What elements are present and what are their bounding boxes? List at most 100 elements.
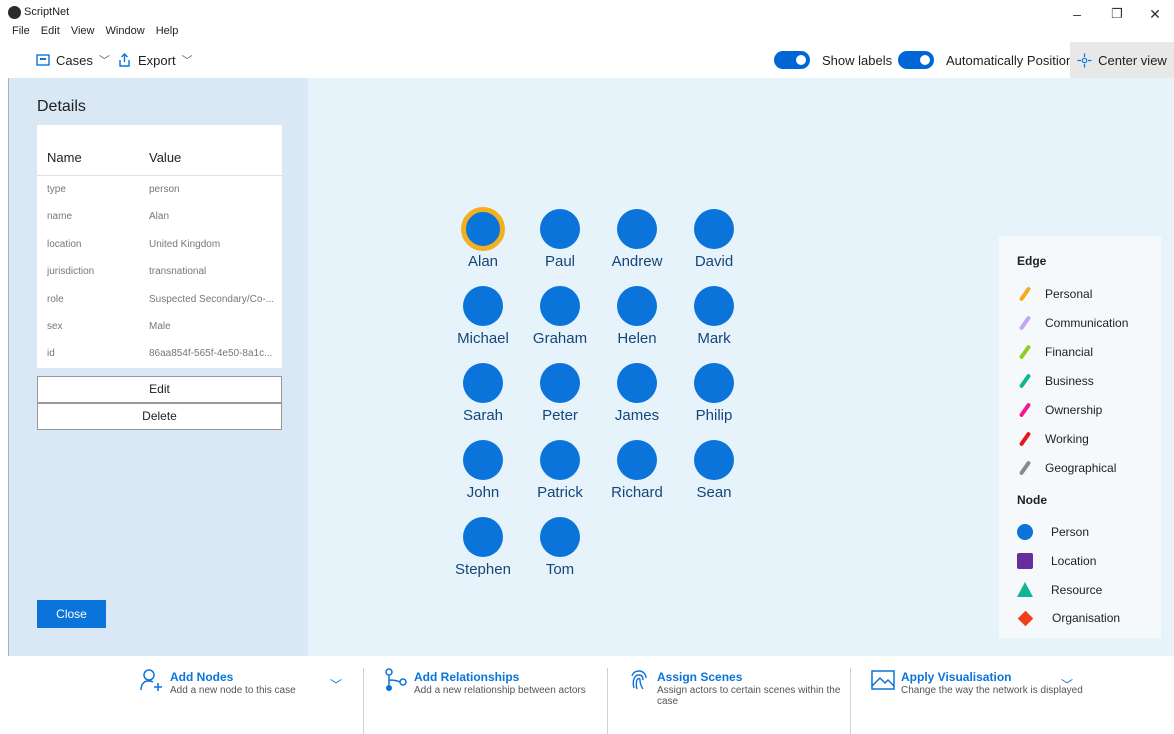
row-name: location <box>47 238 82 250</box>
row-value: Suspected Secondary/Co-... <box>149 293 275 305</box>
legend-node-item: Resource <box>1017 582 1102 597</box>
export-label: Export <box>138 52 176 68</box>
graph-node[interactable] <box>540 286 580 326</box>
menu-file[interactable]: File <box>12 25 30 37</box>
row-name: role <box>47 293 64 305</box>
chevron-down-icon: ﹀ <box>98 55 110 67</box>
graph-node-label: David <box>694 253 734 270</box>
row-value: Alan <box>149 211 170 223</box>
graph-node[interactable] <box>617 209 657 249</box>
graph-node[interactable] <box>463 517 503 557</box>
graph-node[interactable] <box>461 207 505 251</box>
center-view-icon <box>1077 53 1092 67</box>
graph-node[interactable] <box>617 363 657 403</box>
graph-node[interactable] <box>463 286 503 326</box>
row-name: sex <box>47 320 63 332</box>
toolbar: Cases ﹀ Export ﹀ Show labels Automatical… <box>0 42 1174 78</box>
center-view-button[interactable]: Center view <box>1070 42 1174 78</box>
command-title: Assign Scenes <box>657 670 743 684</box>
graph-node[interactable] <box>540 440 580 480</box>
graph-node[interactable] <box>540 363 580 403</box>
legend-edge-item: Ownership <box>1017 402 1102 418</box>
column-header-name: Name <box>47 150 82 165</box>
chevron-down-icon: ﹀ <box>181 55 193 67</box>
table-row: id 86aa854f-565f-4e50-8a1c... <box>37 340 282 367</box>
chevron-down-icon[interactable]: ﹀ <box>330 676 342 693</box>
graph-node[interactable] <box>694 209 734 249</box>
details-table: Name Value type person name Alan location U… <box>37 125 282 368</box>
chevron-down-icon[interactable]: ﹀ <box>1061 676 1073 693</box>
legend-edge-label: Geographical <box>1045 461 1117 475</box>
edit-button[interactable]: Edit <box>37 376 282 403</box>
graph-node[interactable] <box>540 517 580 557</box>
legend-node-label: Resource <box>1051 582 1103 597</box>
export-button[interactable]: Export ﹀ <box>118 52 193 68</box>
command-divider <box>850 668 851 734</box>
legend-edge-item: Working <box>1017 431 1089 447</box>
legend-node-title: Node <box>1017 493 1047 507</box>
circle-icon <box>1017 524 1033 540</box>
legend-node-item: Location <box>1017 553 1096 569</box>
cases-button[interactable]: Cases ﹀ <box>36 52 110 68</box>
show-labels-toggle[interactable] <box>774 51 810 69</box>
row-value: Male <box>149 320 171 332</box>
legend: Edge Personal Communication Financial Busin… <box>999 236 1161 638</box>
menu-edit[interactable]: Edit <box>41 25 60 37</box>
graph-node-label: Mark <box>697 330 731 347</box>
command-divider <box>607 668 608 734</box>
row-value: person <box>149 184 180 195</box>
menu-help[interactable]: Help <box>156 25 179 37</box>
add-nodes-command[interactable]: Add Nodes Add a new node to this case <box>140 668 340 734</box>
graph-node[interactable] <box>694 286 734 326</box>
legend-node-label: Organisation <box>1052 611 1121 625</box>
row-name: id <box>47 348 55 360</box>
menu-window[interactable]: Window <box>106 25 145 37</box>
cases-icon <box>36 54 50 66</box>
minimize-button[interactable]: – <box>1062 4 1092 24</box>
cases-label: Cases <box>56 52 93 68</box>
legend-node-label: Person <box>1051 525 1090 539</box>
row-value: United Kingdom <box>149 238 221 250</box>
table-row: sex Male <box>37 313 282 340</box>
table-row: name Alan <box>37 203 282 230</box>
close-window-button[interactable]: ✕ <box>1140 4 1170 24</box>
table-row: location United Kingdom <box>37 231 282 258</box>
graph-node[interactable] <box>617 286 657 326</box>
table-row: jurisdiction transnational <box>37 258 282 285</box>
show-labels-label: Show labels <box>822 53 893 68</box>
apply-visualisation-command[interactable]: Apply Visualisation Change the way the n… <box>871 668 1083 734</box>
assign-scenes-command[interactable]: Assign Scenes Assign actors to certain s… <box>627 668 847 734</box>
legend-edge-label: Personal <box>1045 287 1093 301</box>
graph-node[interactable] <box>694 363 734 403</box>
app-logo-icon <box>8 6 21 19</box>
edge-swatch-icon <box>1018 286 1032 302</box>
graph-node[interactable] <box>463 440 503 480</box>
graph-node[interactable] <box>540 209 580 249</box>
network-canvas[interactable]: Alan Paul Andrew David Michael Graham Helen Mar… <box>308 78 1174 656</box>
auto-position-toggle[interactable] <box>898 51 934 69</box>
add-person-icon <box>140 669 162 691</box>
legend-edge-label: Ownership <box>1045 403 1103 417</box>
graph-node[interactable] <box>463 363 503 403</box>
details-table-header: Name Value <box>37 125 282 176</box>
details-panel: Details Name Value type person name Alan l… <box>8 78 308 656</box>
graph-node[interactable] <box>617 440 657 480</box>
add-relationships-command[interactable]: Add Relationships Add a new relationship… <box>384 668 586 734</box>
restore-button[interactable]: ❐ <box>1102 4 1132 24</box>
export-icon <box>119 53 130 67</box>
edge-swatch-icon <box>1018 460 1032 476</box>
graph-node-label: Sean <box>696 484 732 501</box>
edge-swatch-icon <box>1018 431 1032 447</box>
details-title: Details <box>37 98 86 115</box>
command-title: Add Relationships <box>414 670 520 684</box>
graph-node[interactable] <box>694 440 734 480</box>
delete-button[interactable]: Delete <box>37 403 282 430</box>
row-name: type <box>47 184 66 195</box>
edge-swatch-icon <box>1018 315 1032 331</box>
menu-view[interactable]: View <box>71 25 95 37</box>
command-title: Apply Visualisation <box>901 670 1012 684</box>
edge-swatch-icon <box>1018 373 1032 389</box>
command-description: Add a new relationship between actors <box>414 685 586 696</box>
legend-node-item: Organisation <box>1017 610 1121 626</box>
close-button[interactable]: Close <box>37 600 106 628</box>
